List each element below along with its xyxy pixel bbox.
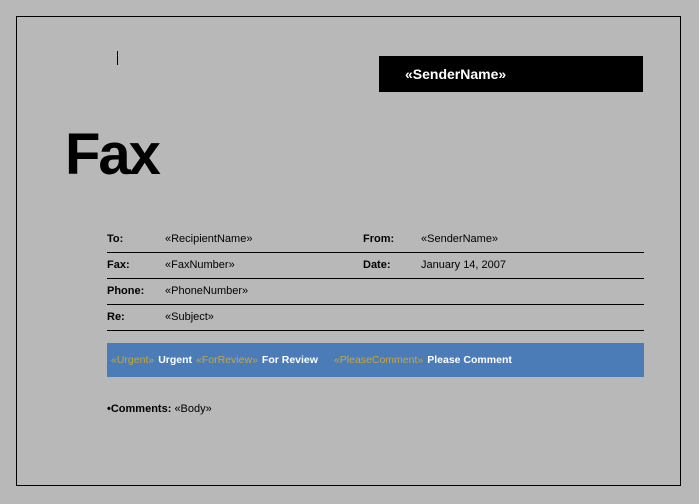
comments-value: «Body» xyxy=(174,403,211,415)
fax-value: «FaxNumber» xyxy=(165,259,235,271)
row-to-from: To: «RecipientName» From: «SenderName» xyxy=(107,227,644,253)
re-value: «Subject» xyxy=(165,311,214,323)
phone-value: «PhoneNumber» xyxy=(165,285,248,297)
fax-title: Fax xyxy=(65,121,159,188)
flags-bar: «Urgent» Urgent «ForReview» For Review «… xyxy=(107,343,644,377)
row-phone: Phone: «PhoneNumber» xyxy=(107,279,644,305)
forreview-merge-field: «ForReview» xyxy=(196,354,258,366)
re-label: Re: xyxy=(107,311,165,323)
from-value: «SenderName» xyxy=(421,233,498,245)
to-label: To: xyxy=(107,233,165,245)
pleasecomment-merge-field: «PleaseComment» xyxy=(334,354,423,366)
urgent-label: Urgent xyxy=(158,354,192,366)
comments-line: •Comments: «Body» xyxy=(107,403,644,415)
page: «SenderName» Fax To: «RecipientName» Fro… xyxy=(16,16,681,486)
from-label: From: xyxy=(363,233,421,245)
phone-label: Phone: xyxy=(107,285,165,297)
to-value: «RecipientName» xyxy=(165,233,252,245)
info-block: To: «RecipientName» From: «SenderName» F… xyxy=(107,227,644,415)
sender-name-field: «SenderName» xyxy=(405,66,506,82)
spacer xyxy=(322,354,330,366)
comments-label: Comments: xyxy=(111,403,172,415)
date-label: Date: xyxy=(363,259,421,271)
pleasecomment-label: Please Comment xyxy=(427,354,512,366)
date-value: January 14, 2007 xyxy=(421,259,506,271)
text-cursor xyxy=(117,51,118,65)
fax-label: Fax: xyxy=(107,259,165,271)
sender-name-box: «SenderName» xyxy=(379,56,643,92)
forreview-label: For Review xyxy=(262,354,318,366)
urgent-merge-field: «Urgent» xyxy=(111,354,154,366)
row-fax-date: Fax: «FaxNumber» Date: January 14, 2007 xyxy=(107,253,644,279)
row-re: Re: «Subject» xyxy=(107,305,644,331)
